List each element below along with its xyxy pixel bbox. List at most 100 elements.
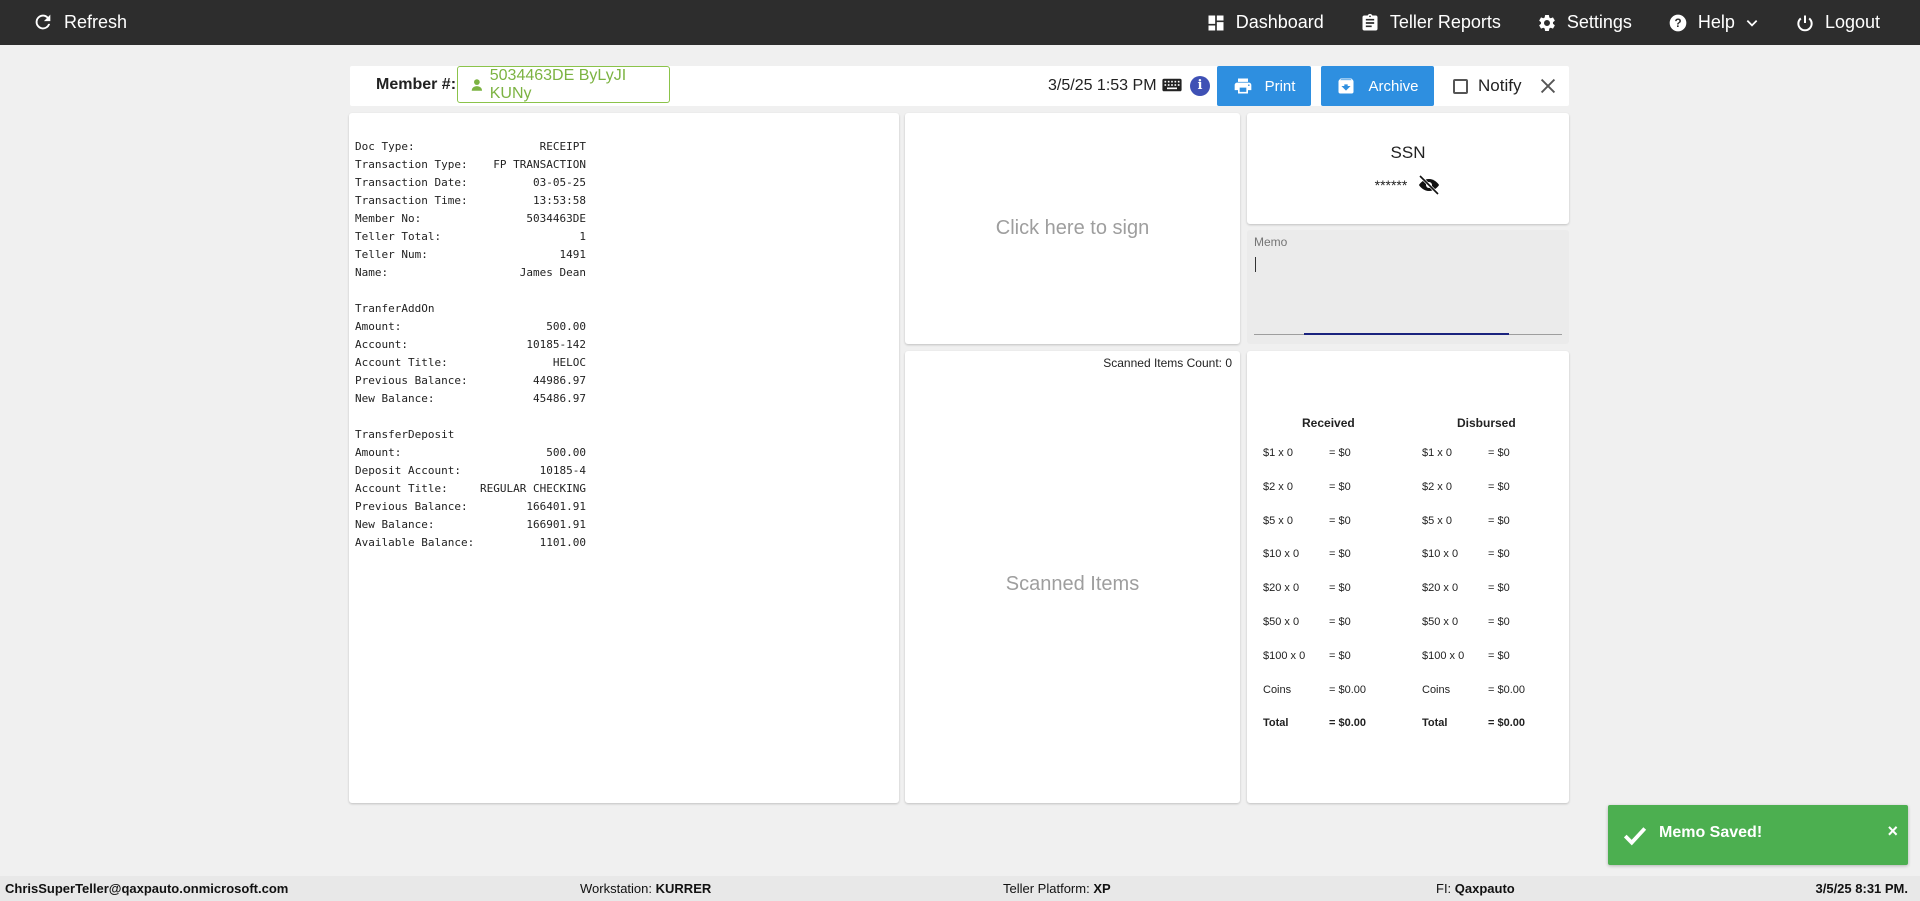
keyboard-icon[interactable] bbox=[1162, 78, 1182, 92]
cash-row-amount: = $0 bbox=[1488, 548, 1510, 561]
receipt-line-value: 1 bbox=[579, 230, 586, 243]
receipt-line-value: 500.00 bbox=[546, 320, 586, 333]
receipt-line: Transaction Date: 03-05-25 bbox=[355, 174, 586, 192]
receipt-line-value: 10185-142 bbox=[526, 338, 586, 351]
close-icon[interactable] bbox=[1537, 75, 1559, 97]
memo-field[interactable]: Memo bbox=[1247, 230, 1569, 344]
print-button[interactable]: Print bbox=[1217, 66, 1311, 106]
cash-row-denomination: Coins bbox=[1422, 683, 1451, 696]
cash-row-amount: = $0.00 bbox=[1329, 717, 1367, 730]
receipt-line: Deposit Account: 10185-4 bbox=[355, 462, 586, 480]
logout-link[interactable]: Logout bbox=[1795, 12, 1880, 33]
signature-pad[interactable]: Click here to sign bbox=[905, 113, 1240, 344]
info-icon[interactable]: i bbox=[1190, 76, 1210, 96]
receipt-section1-lines: Amount: 500.00 Account: 10185-142 Account Ti… bbox=[355, 318, 893, 408]
receipt-line-key: Account Title: bbox=[355, 356, 448, 369]
received-heading: Received bbox=[1302, 416, 1355, 430]
receipt-spacer bbox=[355, 408, 893, 426]
cash-row-denomination: $20 x 0 bbox=[1263, 582, 1300, 595]
cash-row-amount: = $0 bbox=[1488, 480, 1510, 493]
receipt-line: Account Title: HELOC bbox=[355, 354, 586, 372]
receipt-line-value: REGULAR CHECKING bbox=[480, 482, 586, 495]
clipboard-icon bbox=[1362, 13, 1378, 31]
receipt-line-key: Name: bbox=[355, 266, 389, 279]
cash-row-denomination: $1 x 0 bbox=[1263, 447, 1293, 459]
receipt-line: Doc Type: RECEIPT bbox=[355, 138, 586, 156]
workstation-value: KURRER bbox=[655, 881, 712, 896]
receipt-line-value: 1101.00 bbox=[539, 536, 586, 549]
cash-row-denomination: $100 x 0 bbox=[1422, 649, 1465, 662]
cash-row-denomination: $50 x 0 bbox=[1422, 616, 1459, 628]
member-label: Member #: bbox=[376, 76, 457, 93]
receipt-line-key: Amount: bbox=[355, 446, 402, 459]
receipt-line: Previous Balance: 44986.97 bbox=[355, 372, 586, 390]
member-value: 5034463DE ByLyJI KUNy bbox=[489, 66, 627, 102]
cash-row-amount: = $0 bbox=[1329, 447, 1351, 459]
help-menu[interactable]: ? Help bbox=[1668, 12, 1759, 33]
refresh-button[interactable]: Refresh bbox=[32, 11, 127, 33]
receipt-line-key: Member No: bbox=[355, 212, 422, 225]
receipt-line-key: Transaction Date: bbox=[355, 176, 468, 189]
eye-off-icon[interactable] bbox=[1417, 173, 1441, 197]
member-chip[interactable]: 5034463DE ByLyJI KUNy bbox=[457, 66, 670, 103]
cash-row-denomination: $2 x 0 bbox=[1422, 480, 1452, 493]
scanned-items-panel[interactable]: Scanned Items Count: 0 Scanned Items bbox=[905, 351, 1240, 803]
notify-checkbox[interactable]: Notify bbox=[1453, 76, 1521, 96]
archive-button[interactable]: Archive bbox=[1321, 66, 1434, 106]
receipt-line-key: Transaction Time: bbox=[355, 194, 468, 207]
status-user: ChrisSuperTeller@qaxpauto.onmicrosoft.co… bbox=[5, 881, 289, 896]
dashboard-link[interactable]: Dashboard bbox=[1206, 12, 1324, 33]
member-header: Member #: 5034463DE ByLyJI KUNy 3/5/25 1… bbox=[350, 66, 1569, 106]
settings-link[interactable]: Settings bbox=[1537, 12, 1632, 33]
receipt-section1-title: TranferAddOn bbox=[355, 302, 435, 315]
scanned-items-count: Scanned Items Count: 0 bbox=[1103, 356, 1232, 370]
receipt-line-value: 10185-4 bbox=[539, 464, 586, 477]
cash-row-denomination: $1 x 0 bbox=[1422, 447, 1452, 459]
receipt-line: Amount: 500.00 bbox=[355, 318, 586, 336]
archive-icon bbox=[1338, 78, 1354, 94]
cash-row-amount: = $0.00 bbox=[1488, 683, 1526, 696]
teller-reports-link[interactable]: Teller Reports bbox=[1360, 12, 1501, 33]
receipt-line: Available Balance: 1101.00 bbox=[355, 534, 586, 552]
receipt-line-key: Account Title: bbox=[355, 482, 448, 495]
dashboard-label: Dashboard bbox=[1235, 12, 1324, 32]
toast-message: Memo Saved! bbox=[1659, 824, 1763, 841]
user-icon bbox=[471, 78, 483, 91]
chevron-down-icon bbox=[1746, 19, 1758, 27]
cash-row-amount: = $0 bbox=[1488, 514, 1510, 527]
cash-row-amount: = $0 bbox=[1488, 447, 1510, 459]
checkbox-icon[interactable] bbox=[1453, 78, 1468, 94]
receipt-line: New Balance: 166901.91 bbox=[355, 516, 586, 534]
receipt-line-key: Deposit Account: bbox=[355, 464, 461, 477]
toast-close-button[interactable]: × bbox=[1887, 821, 1898, 842]
receipt-line-key: Previous Balance: bbox=[355, 500, 468, 513]
refresh-label: Refresh bbox=[64, 11, 128, 32]
platform-value: XP bbox=[1093, 881, 1111, 896]
receipt-panel: Doc Type: RECEIPT Transaction Type: FP TRAN… bbox=[349, 113, 899, 803]
teller-reports-label: Teller Reports bbox=[1389, 12, 1501, 32]
member-datetime: 3/5/25 1:53 PM bbox=[1048, 77, 1157, 94]
power-icon bbox=[1797, 15, 1813, 31]
receipt-line-value: 166901.91 bbox=[526, 518, 586, 531]
receipt-line-value: 13:53:58 bbox=[533, 194, 586, 207]
cash-row-denomination: $50 x 0 bbox=[1263, 616, 1300, 628]
receipt-line: New Balance: 45486.97 bbox=[355, 390, 586, 408]
help-label: Help bbox=[1697, 12, 1735, 32]
cash-row-amount: = $0 bbox=[1329, 480, 1351, 493]
receipt-line-value: 45486.97 bbox=[533, 392, 586, 405]
help-icon: ? bbox=[1669, 14, 1687, 31]
ssn-title: SSN bbox=[1390, 143, 1426, 162]
cash-row-denomination: $5 x 0 bbox=[1263, 514, 1293, 527]
cash-row-amount: = $0.00 bbox=[1329, 683, 1367, 696]
fi-value: Qaxpauto bbox=[1454, 881, 1515, 896]
cash-row-denomination: $2 x 0 bbox=[1263, 480, 1293, 493]
scanned-items-placeholder: Scanned Items bbox=[1005, 573, 1140, 595]
signature-prompt: Click here to sign bbox=[995, 217, 1150, 239]
receipt-line: Member No: 5034463DE bbox=[355, 210, 586, 228]
receipt-line: Transaction Time: 13:53:58 bbox=[355, 192, 586, 210]
receipt-spacer bbox=[355, 282, 893, 300]
receipt-line: Teller Num: 1491 bbox=[355, 246, 586, 264]
cash-row-amount: = $0.00 bbox=[1488, 717, 1526, 730]
platform-label: Teller Platform: bbox=[1003, 881, 1090, 896]
disbursed-heading: Disbursed bbox=[1457, 416, 1516, 430]
